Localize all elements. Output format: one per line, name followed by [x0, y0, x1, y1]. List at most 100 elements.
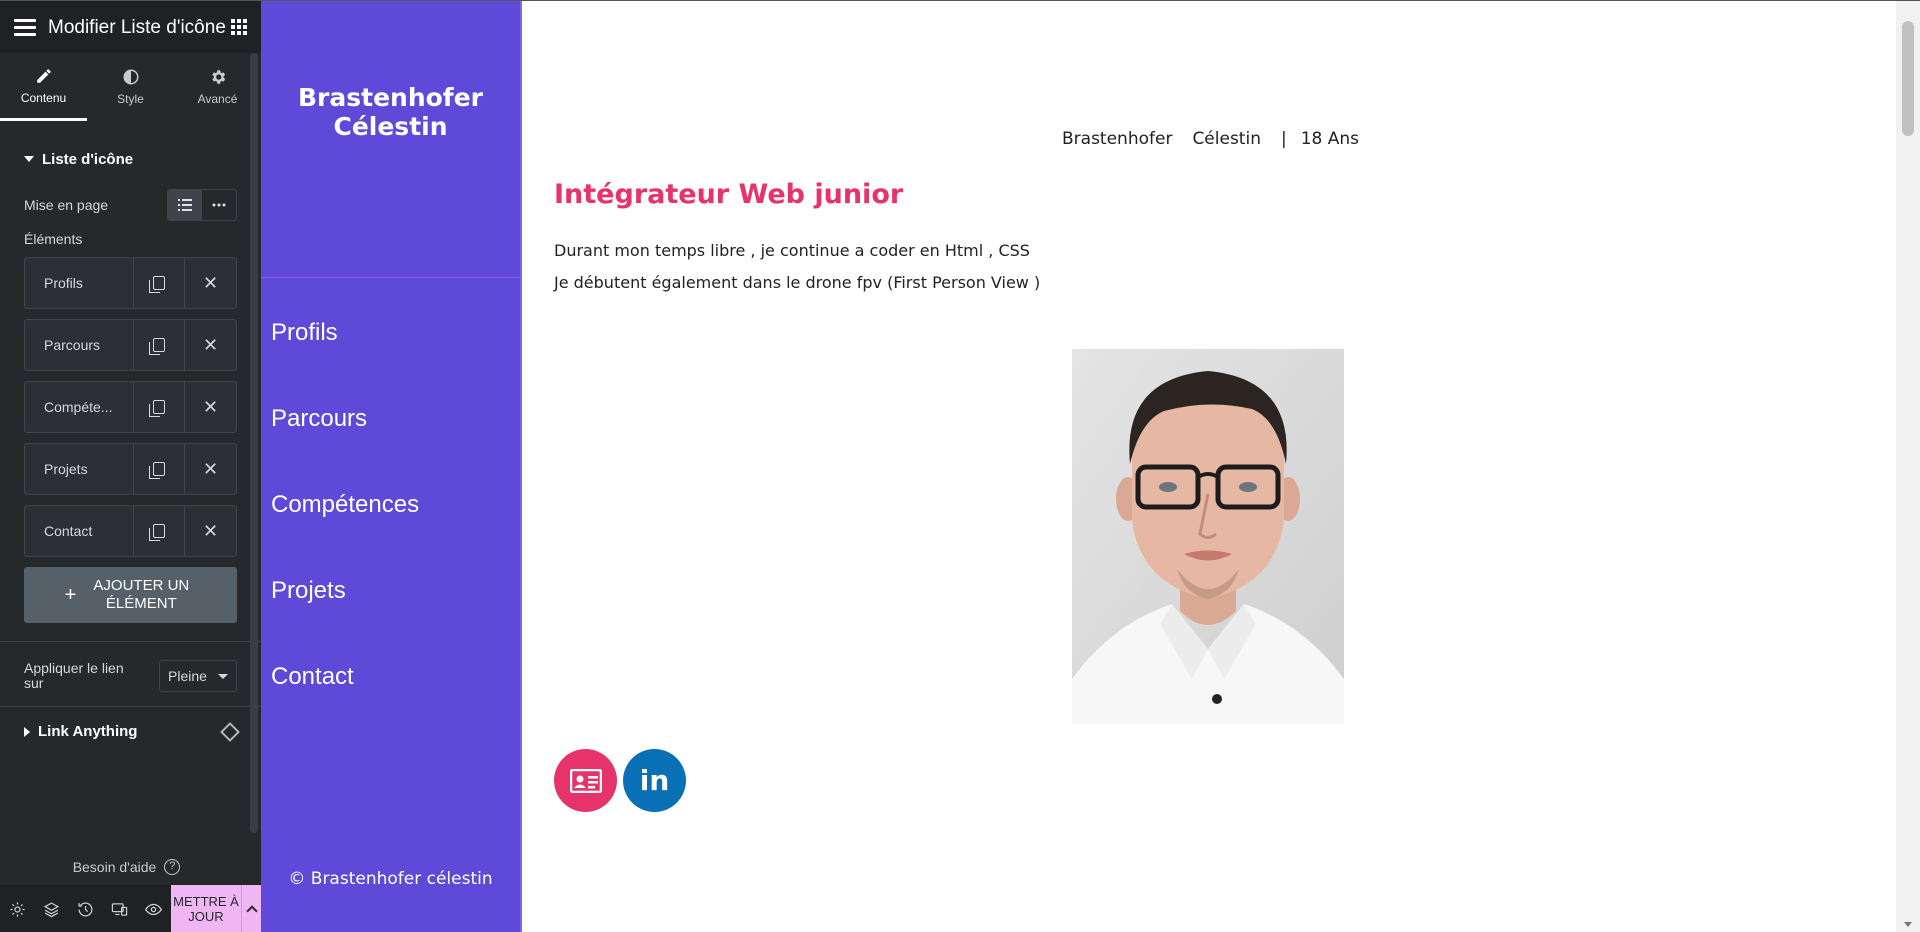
- copy-icon: [149, 462, 165, 479]
- panel-scrollbar[interactable]: [250, 53, 258, 833]
- navigator-button[interactable]: [34, 885, 68, 932]
- copy-icon: [149, 338, 165, 355]
- apply-link-label: Appliquer le lien sur: [24, 660, 124, 691]
- id-card-icon: [569, 768, 602, 793]
- repeater-item[interactable]: Projets ✕: [24, 443, 237, 495]
- list-layout-button[interactable]: [168, 190, 202, 220]
- linkedin-icon: in: [639, 764, 670, 797]
- chevron-up-icon: [245, 905, 258, 917]
- pro-badge-icon: [220, 721, 240, 742]
- chevron-down-icon: [218, 673, 228, 679]
- gear-icon: [211, 70, 225, 84]
- section-toggle-icon-list[interactable]: Liste d'icône: [0, 133, 261, 185]
- linkedin-button[interactable]: in: [623, 749, 686, 812]
- panel-title: Modifier Liste d'icône: [48, 16, 226, 38]
- repeater-item[interactable]: Profils ✕: [24, 257, 237, 309]
- repeater-item[interactable]: Compéte... ✕: [24, 381, 237, 433]
- panel-footer: METTRE À JOUR: [0, 885, 261, 932]
- responsive-button[interactable]: [102, 885, 136, 932]
- site-nav: Profils Parcours Compétences Projets Con…: [271, 319, 419, 749]
- repeater-item-title[interactable]: Compéte...: [25, 382, 134, 432]
- remove-button[interactable]: ✕: [185, 258, 236, 308]
- question-icon: ?: [164, 859, 181, 875]
- layout-control: Mise en page: [0, 185, 261, 225]
- plus-icon: +: [64, 584, 77, 606]
- nav-item-contact[interactable]: Contact: [271, 663, 419, 749]
- panel-header: Modifier Liste d'icône: [0, 1, 261, 53]
- duplicate-button[interactable]: [134, 382, 185, 432]
- close-icon: ✕: [202, 520, 219, 541]
- panel-tabs: Contenu Style Avancé: [0, 53, 261, 121]
- page-scrollbar[interactable]: [1896, 1, 1920, 932]
- job-title: Intégrateur Web junior: [554, 179, 904, 210]
- help-link[interactable]: Besoin d'aide ?: [0, 859, 253, 875]
- repeater-item-title[interactable]: Parcours: [25, 320, 134, 370]
- editor-panel: Modifier Liste d'icône Contenu Style Ava…: [0, 1, 261, 932]
- responsive-icon: [111, 902, 127, 916]
- tab-style[interactable]: Style: [87, 53, 174, 121]
- caret-right-icon: [24, 726, 30, 737]
- preview-button[interactable]: [136, 885, 170, 932]
- more-horizontal-icon: [212, 203, 226, 207]
- update-button[interactable]: METTRE À JOUR: [171, 885, 241, 932]
- section-title: Liste d'icône: [42, 150, 134, 168]
- scroll-down-arrow-icon[interactable]: [1904, 922, 1912, 927]
- tab-content-label: Contenu: [20, 90, 67, 105]
- remove-button[interactable]: ✕: [185, 382, 236, 432]
- help-label: Besoin d'aide: [72, 859, 157, 875]
- copyright: © Brastenhofer célestin: [288, 869, 493, 889]
- link-anything-label: Link Anything: [38, 723, 138, 740]
- duplicate-button[interactable]: [134, 320, 185, 370]
- close-icon: ✕: [202, 334, 219, 355]
- tab-content[interactable]: Contenu: [0, 53, 87, 121]
- repeater-item-title[interactable]: Profils: [25, 258, 134, 308]
- repeater-item[interactable]: Contact ✕: [24, 505, 237, 557]
- menu-icon[interactable]: [14, 18, 36, 36]
- remove-button[interactable]: ✕: [185, 444, 236, 494]
- add-item-button[interactable]: + AJOUTER UN ÉLÉMENT: [24, 567, 237, 623]
- apply-link-value: Pleine: [168, 668, 207, 684]
- tab-style-label: Style: [117, 92, 144, 106]
- nav-item-competences[interactable]: Compétences: [271, 491, 419, 577]
- scrollbar-thumb[interactable]: [1902, 21, 1914, 136]
- repeater-item-title[interactable]: Contact: [25, 506, 134, 556]
- history-button[interactable]: [68, 885, 102, 932]
- copy-icon: [149, 400, 165, 417]
- contact-card-button[interactable]: [554, 749, 617, 812]
- apply-link-select[interactable]: Pleine: [159, 660, 237, 692]
- person-meta: Brastenhofer Célestin | 18 Ans: [1062, 129, 1359, 149]
- duplicate-button[interactable]: [134, 258, 185, 308]
- nav-item-parcours[interactable]: Parcours: [271, 405, 419, 491]
- list-icon: [178, 199, 192, 211]
- caret-down-icon: [24, 156, 34, 162]
- description-line: Durant mon temps libre , je continue a c…: [554, 241, 1030, 260]
- tab-advanced[interactable]: Avancé: [174, 53, 261, 121]
- last-name: Brastenhofer: [1062, 129, 1173, 149]
- layout-label: Mise en page: [24, 197, 109, 213]
- duplicate-button[interactable]: [134, 444, 185, 494]
- layers-icon: [43, 901, 59, 917]
- copy-icon: [149, 276, 165, 293]
- nav-item-profils[interactable]: Profils: [271, 319, 419, 405]
- repeater-item-title[interactable]: Projets: [25, 444, 134, 494]
- update-options-button[interactable]: [241, 885, 261, 932]
- settings-button[interactable]: [0, 885, 34, 932]
- inline-layout-button[interactable]: [202, 190, 236, 220]
- copy-icon: [149, 524, 165, 541]
- sidebar-divider: [261, 277, 520, 278]
- widgets-grid-icon[interactable]: [231, 19, 247, 35]
- remove-button[interactable]: ✕: [185, 506, 236, 556]
- nav-item-projets[interactable]: Projets: [271, 577, 419, 663]
- pencil-icon: [36, 68, 51, 83]
- close-icon: ✕: [202, 272, 219, 293]
- apply-link-control: Appliquer le lien sur Pleine: [0, 642, 261, 706]
- repeater-item[interactable]: Parcours ✕: [24, 319, 237, 371]
- age: 18 Ans: [1300, 129, 1359, 149]
- duplicate-button[interactable]: [134, 506, 185, 556]
- section-toggle-link-anything[interactable]: Link Anything: [0, 706, 261, 756]
- tab-advanced-label: Avancé: [197, 92, 238, 106]
- profile-photo: [1072, 349, 1344, 724]
- remove-button[interactable]: ✕: [185, 320, 236, 370]
- contrast-icon: [123, 69, 138, 85]
- layout-switch: [167, 189, 237, 221]
